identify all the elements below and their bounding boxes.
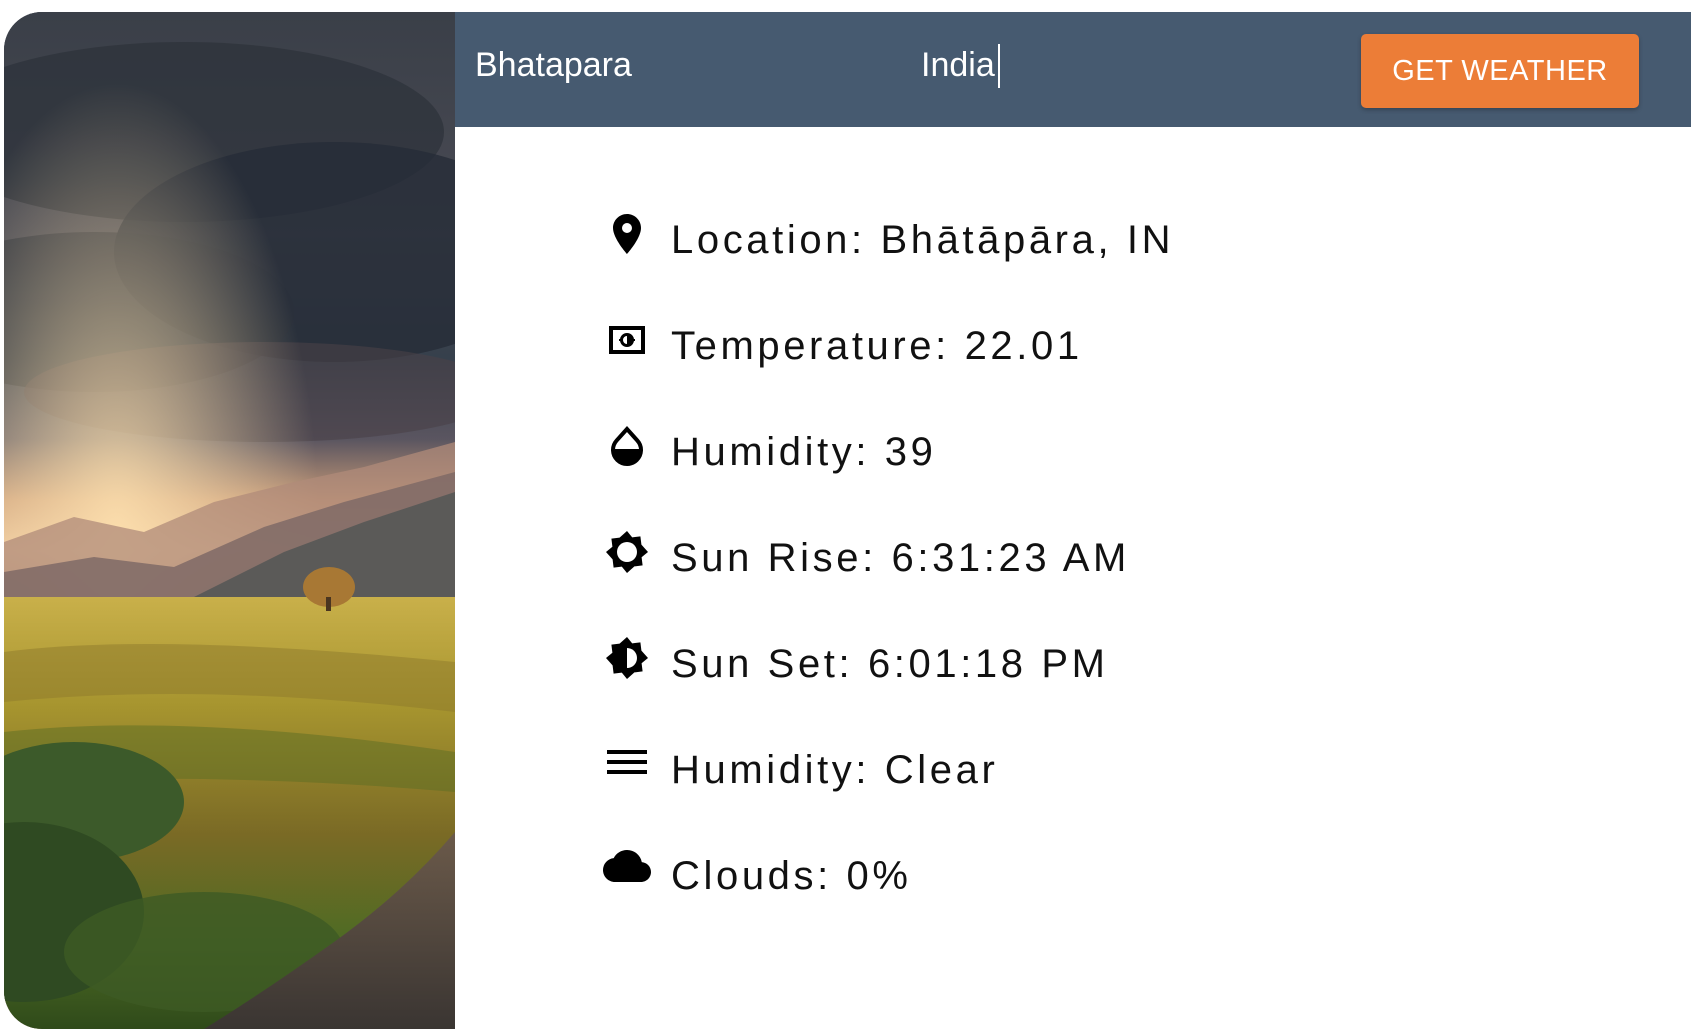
city-input[interactable] — [475, 38, 855, 92]
cloud-icon — [603, 846, 651, 894]
thermostat-icon — [603, 316, 651, 364]
water-drop-icon — [603, 422, 651, 470]
get-weather-button[interactable]: GET WEATHER — [1361, 34, 1639, 108]
sunrise-text: Sun Rise: 6:31:23 AM — [671, 536, 1130, 580]
sunrise-icon — [603, 528, 651, 576]
clouds-row: Clouds: 0% — [603, 846, 1503, 906]
humidity-text: Humidity: 39 — [671, 430, 937, 474]
text-cursor — [998, 44, 1000, 88]
country-input[interactable] — [921, 38, 1301, 92]
condition-text: Humidity: Clear — [671, 748, 999, 792]
sunset-text: Sun Set: 6:01:18 PM — [671, 642, 1109, 686]
weather-app: GET WEATHER Location: Bhātāpāra, IN Temp… — [4, 12, 1691, 1029]
clouds-text: Clouds: 0% — [671, 854, 912, 898]
search-header: GET WEATHER — [455, 12, 1691, 127]
humidity-row: Humidity: 39 — [603, 422, 1503, 482]
landscape-image — [4, 12, 455, 1029]
sunset-row: Sun Set: 6:01:18 PM — [603, 634, 1503, 694]
temperature-row: Temperature: 22.01 — [603, 316, 1503, 376]
temperature-text: Temperature: 22.01 — [671, 324, 1083, 368]
map-pin-icon — [603, 210, 651, 258]
sunset-icon — [603, 634, 651, 682]
location-row: Location: Bhātāpāra, IN — [603, 210, 1503, 270]
sunrise-row: Sun Rise: 6:31:23 AM — [603, 528, 1503, 588]
location-text: Location: Bhātāpāra, IN — [671, 218, 1175, 262]
condition-row: Humidity: Clear — [603, 740, 1503, 800]
menu-lines-icon — [603, 740, 651, 788]
